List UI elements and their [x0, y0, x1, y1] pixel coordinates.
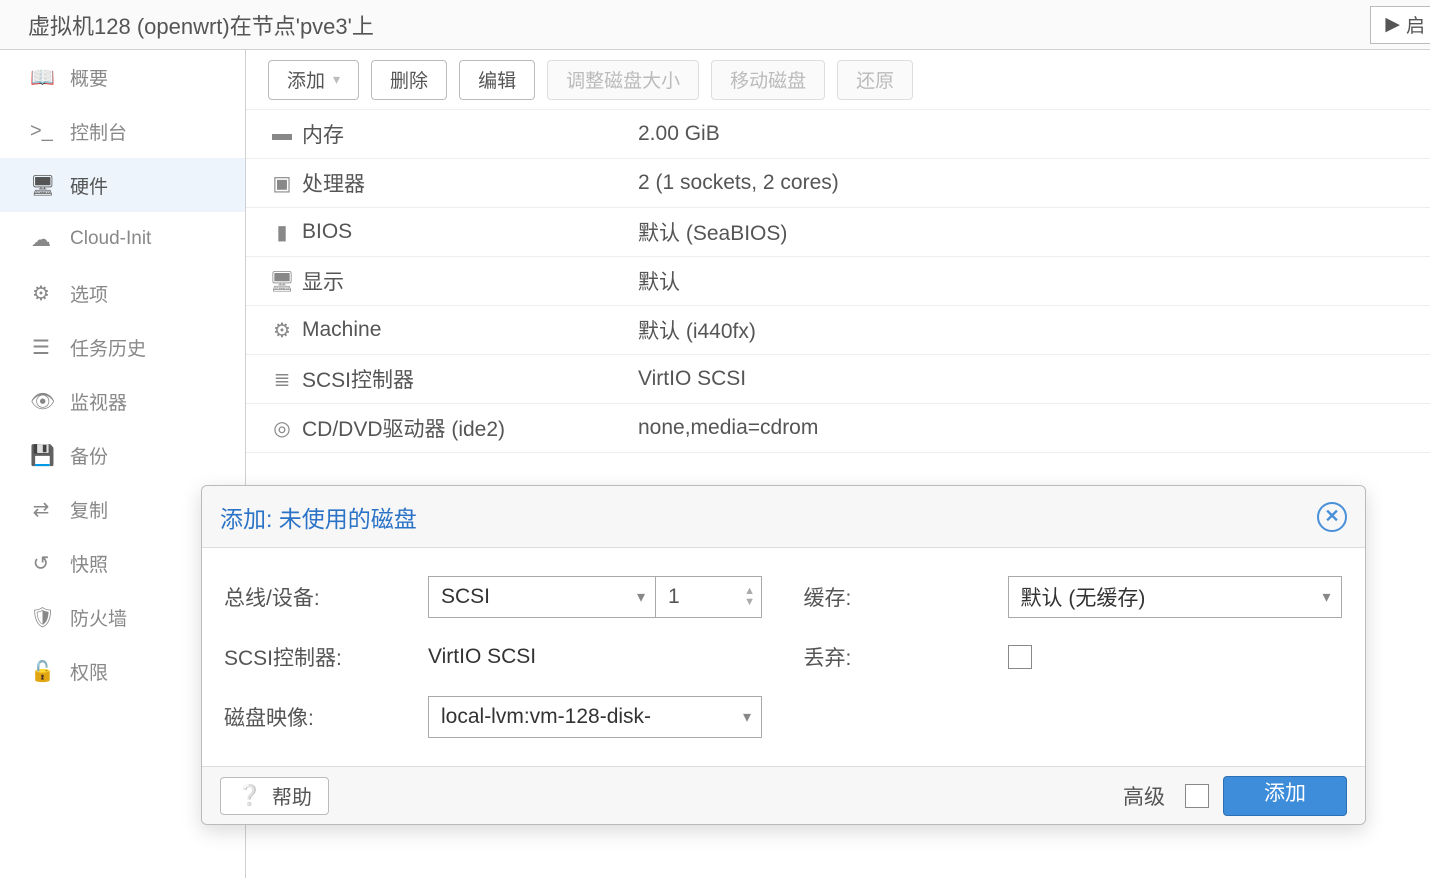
help-icon: ❔ — [237, 783, 262, 808]
scsi-label: SCSI控制器: — [224, 642, 428, 672]
close-button[interactable]: ✕ — [1317, 502, 1347, 532]
discard-checkbox[interactable] — [1008, 645, 1032, 669]
advanced-label: 高级 — [1123, 781, 1165, 811]
chevron-down-icon: ▾ — [637, 587, 645, 607]
form-row-image: 磁盘映像: local-lvm:vm-128-disk- ▾ — [224, 696, 764, 738]
dialog-add-button[interactable]: 添加 — [1223, 776, 1347, 816]
form-row-cache: 缓存: 默认 (无缓存) ▾ — [804, 576, 1344, 618]
spinner-icon[interactable]: ▲▼ — [744, 586, 755, 608]
device-number-input[interactable]: 1 ▲▼ — [656, 576, 762, 618]
form-row-discard: 丢弃: — [804, 642, 1344, 672]
form-row-bus: 总线/设备: SCSI ▾ 1 ▲▼ — [224, 576, 764, 618]
bus-label: 总线/设备: — [224, 582, 428, 612]
dialog-mask: 添加: 未使用的磁盘 ✕ 总线/设备: SCSI ▾ 1 ▲▼ SCSI控制器: V… — [0, 0, 1430, 878]
add-unused-disk-dialog: 添加: 未使用的磁盘 ✕ 总线/设备: SCSI ▾ 1 ▲▼ SCSI控制器: V… — [201, 485, 1366, 825]
chevron-down-icon: ▾ — [1322, 587, 1330, 607]
dialog-title: 添加: 未使用的磁盘 — [220, 500, 1317, 534]
image-label: 磁盘映像: — [224, 702, 428, 732]
bus-value: SCSI — [441, 585, 490, 609]
form-row-scsi: SCSI控制器: VirtIO SCSI — [224, 642, 764, 672]
chevron-down-icon: ▾ — [743, 707, 751, 727]
help-button[interactable]: ❔ 帮助 — [220, 777, 329, 815]
close-icon: ✕ — [1324, 506, 1339, 527]
device-value: 1 — [668, 585, 680, 609]
scsi-value: VirtIO SCSI — [428, 645, 536, 669]
dialog-body: 总线/设备: SCSI ▾ 1 ▲▼ SCSI控制器: VirtIO SCSI 磁盘… — [202, 548, 1365, 766]
dialog-header: 添加: 未使用的磁盘 ✕ — [202, 486, 1365, 548]
image-value: local-lvm:vm-128-disk- — [441, 705, 651, 729]
discard-label: 丢弃: — [804, 642, 1008, 672]
cache-select[interactable]: 默认 (无缓存) ▾ — [1008, 576, 1342, 618]
dialog-col-left: 总线/设备: SCSI ▾ 1 ▲▼ SCSI控制器: VirtIO SCSI 磁盘… — [224, 576, 764, 738]
cache-value: 默认 (无缓存) — [1021, 582, 1146, 612]
dialog-col-right: 缓存: 默认 (无缓存) ▾ 丢弃: — [804, 576, 1344, 738]
help-label: 帮助 — [272, 781, 312, 810]
cache-label: 缓存: — [804, 582, 1008, 612]
bus-select[interactable]: SCSI ▾ — [428, 576, 656, 618]
dialog-footer: ❔ 帮助 高级 添加 — [202, 766, 1365, 824]
disk-image-select[interactable]: local-lvm:vm-128-disk- ▾ — [428, 696, 762, 738]
advanced-checkbox[interactable] — [1185, 784, 1209, 808]
